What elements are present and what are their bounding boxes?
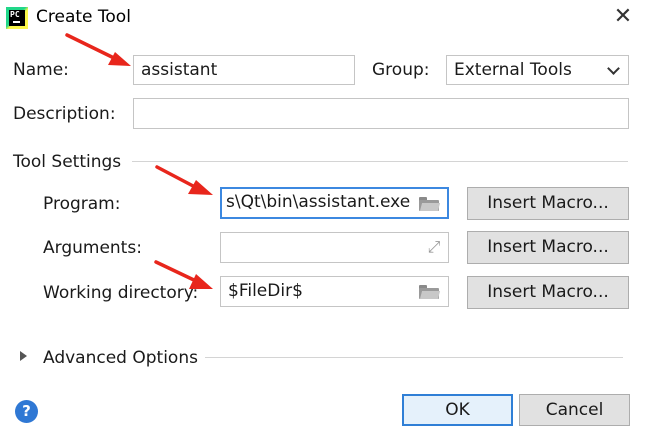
- annotation-arrows: [65, 33, 213, 289]
- annotation-arrow-name: [65, 33, 131, 66]
- annotation-arrow-working-directory: [154, 260, 213, 289]
- annotation-arrow-program: [155, 165, 213, 195]
